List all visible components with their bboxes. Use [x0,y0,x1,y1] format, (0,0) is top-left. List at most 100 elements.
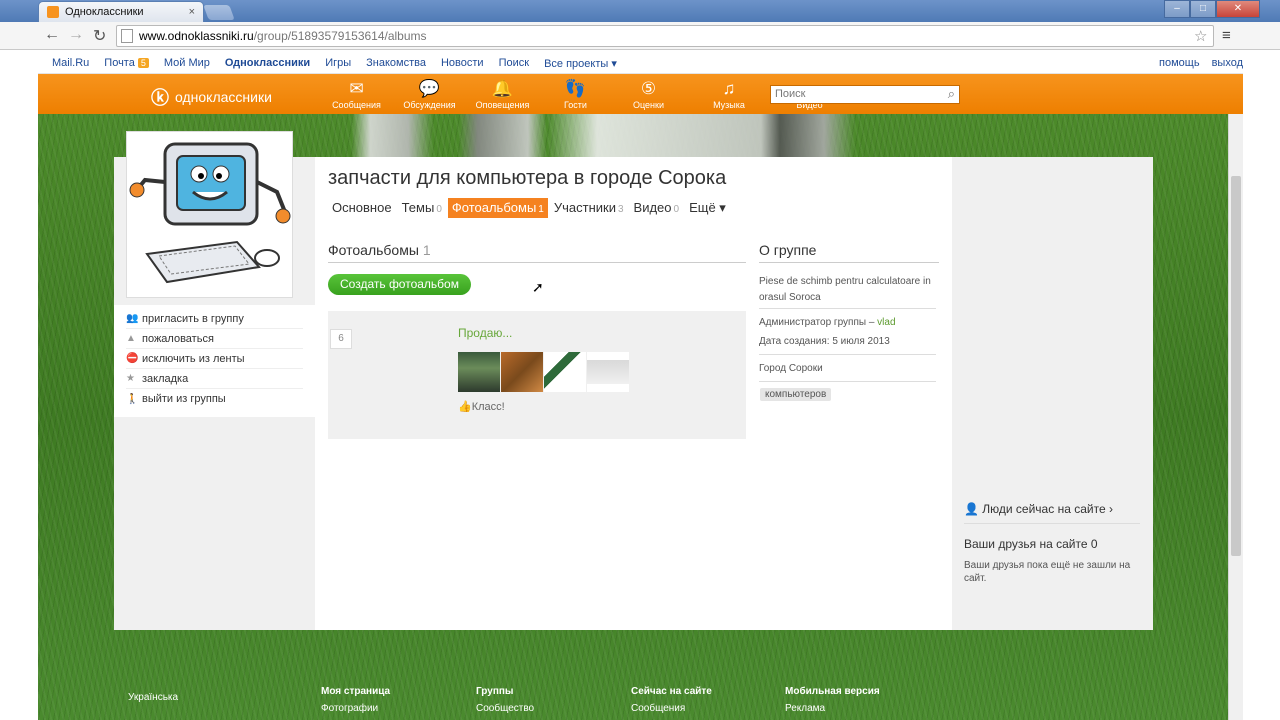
album-thumb-floppy-drive[interactable] [587,352,629,392]
bookmark-star-icon[interactable]: ☆ [1194,27,1207,45]
tab-count: 0 [673,204,680,215]
forward-icon[interactable]: → [68,26,84,44]
exclude-from-feed[interactable]: ⛔ исключить из ленты [126,349,303,369]
tab-more[interactable]: Ещё ▾ [685,198,730,218]
minimize-button[interactable]: – [1164,0,1190,18]
portal-link-ok[interactable]: Одноклассники [225,57,310,70]
footer-link[interactable]: Фотографии [321,703,390,714]
menu-label: пожаловаться [142,332,214,345]
album-card[interactable]: 6 Продаю... 👍Класс! [328,311,746,439]
ok-search-input[interactable]: Поиск ⌕ [770,85,960,104]
footer-col: Моя страница Фотографии [321,686,390,714]
tab-close-icon[interactable]: × [189,6,195,18]
people-icon: 👥 [126,313,139,324]
album-thumb-motherboard[interactable] [458,352,500,392]
thumbs-up-icon: 👍 [458,401,472,413]
portal-link-news[interactable]: Новости [441,57,484,70]
ok-logo[interactable]: ⓚ одноклассники [151,84,272,110]
portal-link-mailru[interactable]: Mail.Ru [52,57,89,70]
nav-discussions[interactable]: 💬 Обсуждения [393,78,466,110]
album-thumb-board[interactable] [501,352,543,392]
friends-online-text: Ваши друзья пока ещё не зашли на сайт. [964,560,1131,584]
help-link[interactable]: помощь [1159,57,1200,69]
portal-link-all-projects[interactable]: Все проекты ▾ [544,57,617,70]
new-tab-button[interactable] [203,5,235,20]
browser-tab[interactable]: Одноклассники × [38,1,204,22]
group-tag[interactable]: компьютеров [760,388,832,401]
create-album-button[interactable]: Создать фотоальбом [328,274,471,295]
portal-link-search[interactable]: Поиск [499,57,529,70]
nav-messages[interactable]: ✉ Сообщения [320,78,393,110]
close-window-button[interactable]: ✕ [1216,0,1260,18]
music-icon: ♫ [722,79,736,98]
logout-link[interactable]: выход [1212,57,1243,69]
tab-label: Участники [553,200,616,215]
nav-guests[interactable]: 👣 Гости [539,78,612,110]
invite-to-group[interactable]: 👥 пригласить в группу [126,309,303,329]
discussions-icon: 💬 [418,79,441,98]
tab-topics[interactable]: Темы 0 [398,198,446,218]
page-icon [121,29,133,43]
album-title-link[interactable]: Продаю... [458,326,512,340]
footer-link[interactable]: Сообщения [631,703,712,714]
maximize-button[interactable]: □ [1190,0,1216,18]
tab-members[interactable]: Участники 3 [550,198,628,218]
browser-menu-icon[interactable]: ≡ [1222,27,1231,44]
footer-heading[interactable]: Мобильная версия [785,686,880,697]
footprints-icon: 👣 [564,79,587,98]
tab-count: 0 [436,204,442,215]
footer-col: Сейчас на сайте Сообщения [631,686,712,714]
address-bar[interactable]: www.odnoklassniki.ru /group/518935791536… [116,25,1214,47]
reload-icon[interactable]: ↻ [93,26,106,46]
like-label: Класс! [471,401,505,413]
albums-count: 1 [422,242,431,258]
nav-label: Гости [564,100,587,110]
portal-link-mail[interactable]: Почта [104,57,135,69]
footer-heading[interactable]: Сейчас на сайте [631,686,712,697]
nav-label: Обсуждения [403,100,456,110]
menu-label: закладка [142,372,189,385]
nav-ratings[interactable]: ⑤ Оценки [612,78,685,110]
tab-photoalbums[interactable]: Фотоальбомы 1 [447,198,548,218]
back-icon[interactable]: ← [44,26,60,44]
report-group[interactable]: ▲ пожаловаться [126,329,303,349]
search-icon[interactable]: ⌕ [948,86,955,102]
nav-music[interactable]: ♫ Музыка [685,78,773,110]
footer-heading[interactable]: Моя страница [321,686,390,697]
album-thumb-ram[interactable] [544,352,586,392]
portal-right: помощь выход [1159,57,1243,69]
footer-link[interactable]: Реклама [785,703,880,714]
group-actions-menu: 👥 пригласить в группу ▲ пожаловаться ⛔ искл… [114,305,315,417]
footer-link[interactable]: Сообщество [476,703,534,714]
people-online-link[interactable]: 👤 Люди сейчас на сайте › [964,502,1140,524]
nav-notifications[interactable]: 🔔 Оповещения [466,78,539,110]
tab-video[interactable]: Видео 0 [630,198,684,218]
nav-label: Оценки [633,100,664,110]
portal-links: Mail.Ru Почта 5 Мой Мир Одноклассники Игр… [52,57,617,70]
about-city[interactable]: Город Сороки [759,363,823,374]
leave-group[interactable]: 🚶 выйти из группы [126,389,303,409]
footer-heading[interactable]: Группы [476,686,534,697]
portal-link-myworld[interactable]: Мой Мир [164,57,210,70]
nav-label: Сообщения [332,100,381,110]
footer-col: Українська [128,686,178,703]
group-tabs: Основное Темы 0 Фотоальбомы 1 Участники 3 В… [328,198,732,218]
page-scrollbar[interactable] [1228,114,1243,720]
tab-count: 1 [538,204,544,215]
background-gadgets-decor [320,114,950,157]
rating-icon: ⑤ [640,79,657,98]
portal-link-games[interactable]: Игры [325,57,351,70]
footer-link[interactable]: Українська [128,692,178,703]
scrollbar-thumb[interactable] [1231,176,1241,556]
album-photo-count: 6 [330,329,352,349]
bookmark-group[interactable]: ★ закладка [126,369,303,389]
like-link[interactable]: 👍Класс! [458,400,505,413]
friends-online-title: Ваши друзья на сайте 0 [964,537,1098,551]
divider [759,381,936,382]
group-avatar[interactable] [126,131,293,298]
tab-main[interactable]: Основное [328,198,396,218]
portal-link-dating[interactable]: Знакомства [366,57,426,70]
ok-header: ⓚ одноклассники ✉ Сообщения 💬 Обсуждения 🔔… [38,74,1243,114]
nav-label: Оповещения [475,100,530,110]
admin-link[interactable]: vlad [877,317,895,328]
